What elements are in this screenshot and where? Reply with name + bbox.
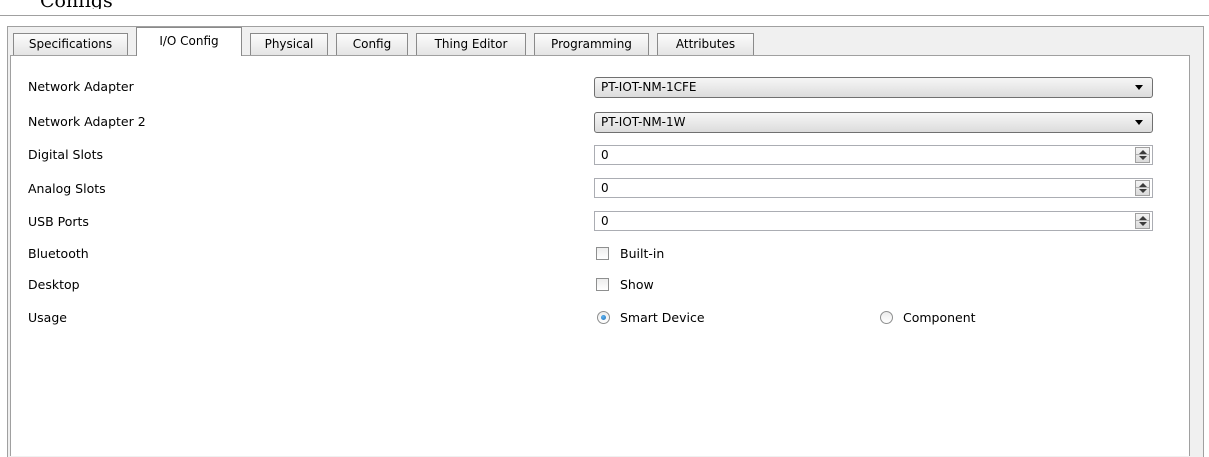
network-adapter-2-value: PT-IOT-NM-1W: [601, 115, 686, 129]
arrow-down-icon[interactable]: [1139, 222, 1147, 226]
stepper-divider: [1136, 154, 1149, 155]
desktop-show-checkbox[interactable]: [596, 278, 609, 291]
digital-slots-spinbox[interactable]: 0: [594, 145, 1153, 165]
tab-physical[interactable]: Physical: [250, 33, 328, 55]
network-adapter-value: PT-IOT-NM-1CFE: [601, 80, 697, 94]
tab-programming[interactable]: Programming: [534, 33, 649, 55]
usb-ports-spinbox[interactable]: 0: [594, 211, 1153, 231]
network-adapter-label: Network Adapter: [28, 79, 134, 94]
tab-config[interactable]: Config: [336, 33, 408, 55]
window-title: Configs: [40, 0, 113, 9]
analog-slots-label: Analog Slots: [28, 181, 106, 196]
arrow-down-icon[interactable]: [1139, 156, 1147, 160]
digital-slots-stepper[interactable]: [1135, 147, 1150, 163]
usb-ports-value: 0: [601, 214, 609, 228]
desktop-show-label[interactable]: Show: [620, 276, 654, 294]
title-divider: [0, 15, 1209, 16]
tab-specifications[interactable]: Specifications: [13, 33, 128, 55]
usage-component-radio[interactable]: [880, 311, 893, 324]
analog-slots-spinbox[interactable]: 0: [594, 178, 1153, 198]
stepper-divider: [1136, 187, 1149, 188]
usage-smart-device-label[interactable]: Smart Device: [620, 309, 705, 327]
tab-attributes[interactable]: Attributes: [657, 33, 754, 55]
chevron-down-icon: [1135, 85, 1143, 90]
bluetooth-builtin-checkbox[interactable]: [596, 247, 609, 260]
usage-label: Usage: [28, 310, 67, 325]
usb-ports-stepper[interactable]: [1135, 213, 1150, 229]
network-adapter-2-label: Network Adapter 2: [28, 114, 146, 129]
arrow-down-icon[interactable]: [1139, 189, 1147, 193]
network-adapter-dropdown[interactable]: PT-IOT-NM-1CFE: [594, 77, 1153, 98]
analog-slots-stepper[interactable]: [1135, 180, 1150, 196]
tab-io-config[interactable]: I/O Config: [136, 27, 242, 56]
usage-smart-device-radio[interactable]: [597, 311, 610, 324]
digital-slots-value: 0: [601, 148, 609, 162]
stepper-divider: [1136, 220, 1149, 221]
desktop-label: Desktop: [28, 277, 80, 292]
network-adapter-2-dropdown[interactable]: PT-IOT-NM-1W: [594, 112, 1153, 133]
bluetooth-builtin-label[interactable]: Built-in: [620, 245, 664, 263]
bluetooth-label: Bluetooth: [28, 246, 89, 261]
radio-selected-dot: [601, 315, 606, 320]
chevron-down-icon: [1135, 120, 1143, 125]
analog-slots-value: 0: [601, 181, 609, 195]
digital-slots-label: Digital Slots: [28, 147, 103, 162]
usage-component-label[interactable]: Component: [903, 309, 976, 327]
tab-thing-editor[interactable]: Thing Editor: [416, 33, 526, 55]
usb-ports-label: USB Ports: [28, 214, 89, 229]
